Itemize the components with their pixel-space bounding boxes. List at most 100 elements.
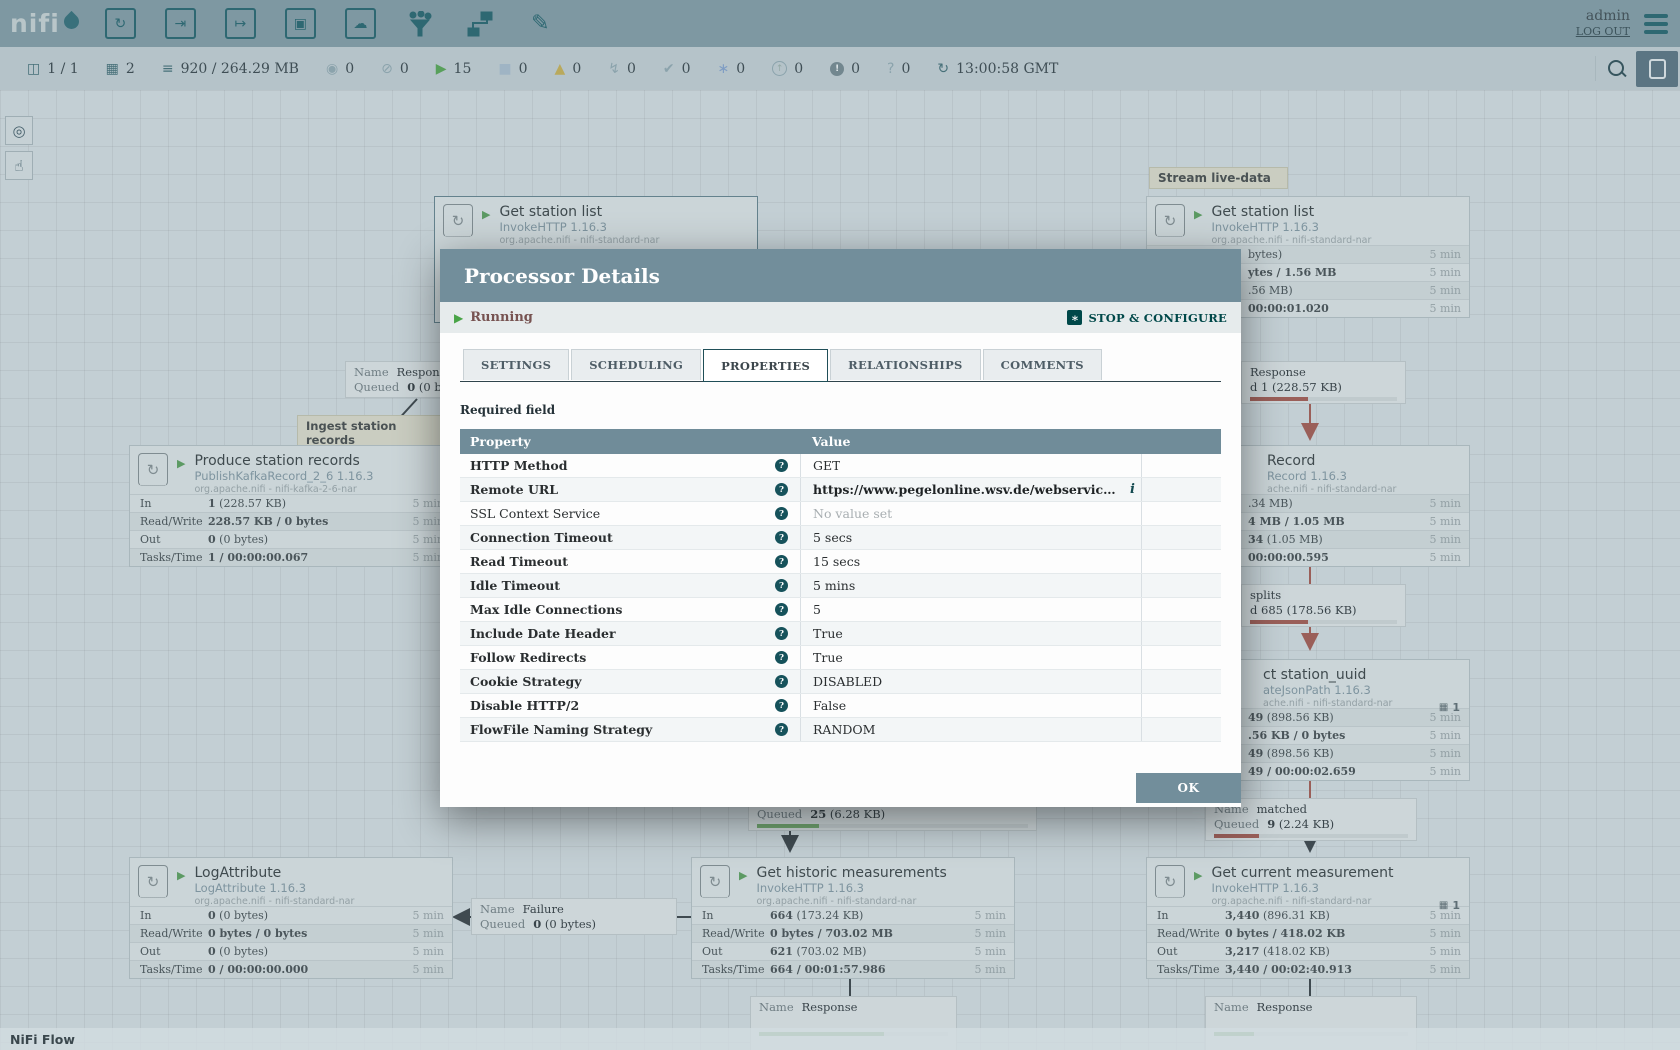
locally-modified-stale-icon: ! [830,62,844,76]
tab-relationships[interactable]: RELATIONSHIPS [830,349,981,380]
panel-toggle-button[interactable] [1636,51,1678,87]
property-row: HTTP Method? GET [460,454,1221,478]
label-icon[interactable]: ✎ [525,10,556,37]
processor-name: Get current measurement [1211,865,1393,882]
last-refreshed: ↻13:00:58 GMT [937,61,1058,77]
tab-scheduling[interactable]: SCHEDULING [571,349,701,380]
help-icon[interactable]: ? [775,483,788,496]
connection-failure[interactable]: NameFailure Queued0 (0 bytes) [471,898,677,935]
processor-type: LogAttribute 1.16.3 [194,882,354,896]
property-row: FlowFile Naming Strategy? RANDOM [460,718,1221,742]
status-locally-modified: ∗0 [718,61,746,77]
processor-get-historic-measurements[interactable]: ↻ ▶ Get historic measurements InvokeHTTP… [691,857,1015,979]
invalid-icon: ▲ [555,61,566,77]
template-icon[interactable] [465,10,496,37]
funnel-icon[interactable] [405,10,436,37]
cluster-grid-icon: ▦ [1439,702,1448,713]
property-row: Idle Timeout? 5 mins [460,574,1221,598]
processor-type: InvokeHTTP 1.16.3 [499,221,659,235]
property-row: Remote URL? https://www.pegelonline.wsv.… [460,478,1221,502]
backpressure-bar [1214,834,1408,838]
tab-settings[interactable]: SETTINGS [463,349,569,380]
navigate-palette-button[interactable]: ◎ [5,116,33,145]
help-icon[interactable]: ? [775,627,788,640]
canvas-label-stream-live-data[interactable]: Stream live-data [1149,167,1288,189]
connection-splits[interactable]: splits d 685 (178.56 KB) [1241,584,1406,627]
processor-bundle: ache.nifi - nifi-standard-nar [1263,698,1392,709]
backpressure-bar [1250,397,1397,401]
processor-produce-station-records[interactable]: ↻ ▶ Produce station records PublishKafka… [129,445,453,567]
help-icon[interactable]: ? [775,699,788,712]
search-button[interactable] [1595,56,1636,82]
processor-type: PublishKafkaRecord_2_6 1.16.3 [194,470,373,484]
breadcrumb[interactable]: NiFi Flow [10,1032,75,1047]
status-queued: ≡920 / 264.29 MB [162,61,299,77]
help-icon[interactable]: ? [775,531,788,544]
help-icon[interactable]: ? [775,459,788,472]
tab-comments[interactable]: COMMENTS [983,349,1102,380]
processor-icon[interactable]: ↻ [105,8,136,39]
operate-palette-button[interactable]: ☝ [5,151,33,180]
status-sync-failure: ?0 [887,61,910,77]
connection-queued25[interactable]: Queued25 (6.28 KB) [748,803,1037,831]
processor-bundle: org.apache.nifi - nifi-standard-nar [194,896,354,907]
value-column-header: Value [800,429,1140,454]
refresh-icon[interactable]: ↻ [937,61,949,77]
status-stale: ↑0 [772,61,803,77]
status-not-transmitting: ⊘0 [381,61,409,77]
locally-modified-icon: ∗ [718,61,730,77]
processor-name: Record [1267,453,1396,470]
status-active-threads: ▦2 [106,61,135,77]
modal-title: Processor Details [464,264,660,288]
remote-process-group-icon[interactable]: ☁ [345,8,376,39]
global-menu-icon[interactable] [1644,10,1668,38]
help-icon[interactable]: ? [775,507,788,520]
processor-icon: ↻ [1155,204,1185,237]
help-icon[interactable]: ? [775,675,788,688]
processor-get-current-measurement[interactable]: ↻ ▶ Get current measurement InvokeHTTP 1… [1146,857,1470,979]
properties-table: Property Value HTTP Method? GET Remote U… [460,429,1221,742]
stop-and-configure-button[interactable]: ∗ STOP & CONFIGURE [1067,310,1227,325]
processor-name: Produce station records [194,453,373,470]
status-stopped: ■0 [498,61,527,77]
processor-details-modal: Processor Details ▶ Running ∗ STOP & CON… [440,249,1241,807]
transmitting-icon: ◉ [326,61,338,77]
sync-failure-icon: ? [887,61,894,77]
processor-log-attribute[interactable]: ↻ ▶ LogAttribute LogAttribute 1.16.3 org… [129,857,453,979]
running-status-icon: ▶ [177,869,185,882]
info-icon[interactable]: i [1130,482,1135,497]
processor-icon: ↻ [443,204,473,237]
property-row: Read Timeout? 15 secs [460,550,1221,574]
cluster-badge: ▦1 [1439,899,1460,912]
processor-icon: ↻ [138,453,168,486]
tab-properties[interactable]: PROPERTIES [703,349,828,382]
input-port-icon[interactable]: ⇥ [165,8,196,39]
up-to-date-icon: ✔ [663,61,675,77]
property-row: Max Idle Connections? 5 [460,598,1221,622]
stale-icon: ↑ [772,61,787,76]
property-row: Cookie Strategy? DISABLED [460,670,1221,694]
status-cluster: ◫1 / 1 [27,61,79,77]
search-icon [1608,60,1624,76]
queued-icon: ≡ [162,61,174,77]
ok-button[interactable]: OK [1136,773,1241,803]
nifi-logo: nifi [10,9,79,38]
status-up-to-date: ✔0 [663,61,691,77]
output-port-icon[interactable]: ↦ [225,8,256,39]
processor-bundle: org.apache.nifi - nifi-standard-nar [1211,896,1393,907]
running-status-icon: ▶ [1194,869,1202,882]
processor-icon: ↻ [1155,865,1185,898]
running-status-icon: ▶ [1194,208,1202,221]
help-icon[interactable]: ? [775,651,788,664]
not-transmitting-icon: ⊘ [381,61,393,77]
connection-response-right[interactable]: Response d 1 (228.57 KB) [1241,361,1406,404]
help-icon[interactable]: ? [775,603,788,616]
property-row: Connection Timeout? 5 secs [460,526,1221,550]
help-icon[interactable]: ? [775,723,788,736]
help-icon[interactable]: ? [775,555,788,568]
help-icon[interactable]: ? [775,579,788,592]
property-row: Follow Redirects? True [460,646,1221,670]
logout-link[interactable]: LOG OUT [1576,25,1630,39]
process-group-icon[interactable]: ▣ [285,8,316,39]
processor-name: Get station list [499,204,659,221]
